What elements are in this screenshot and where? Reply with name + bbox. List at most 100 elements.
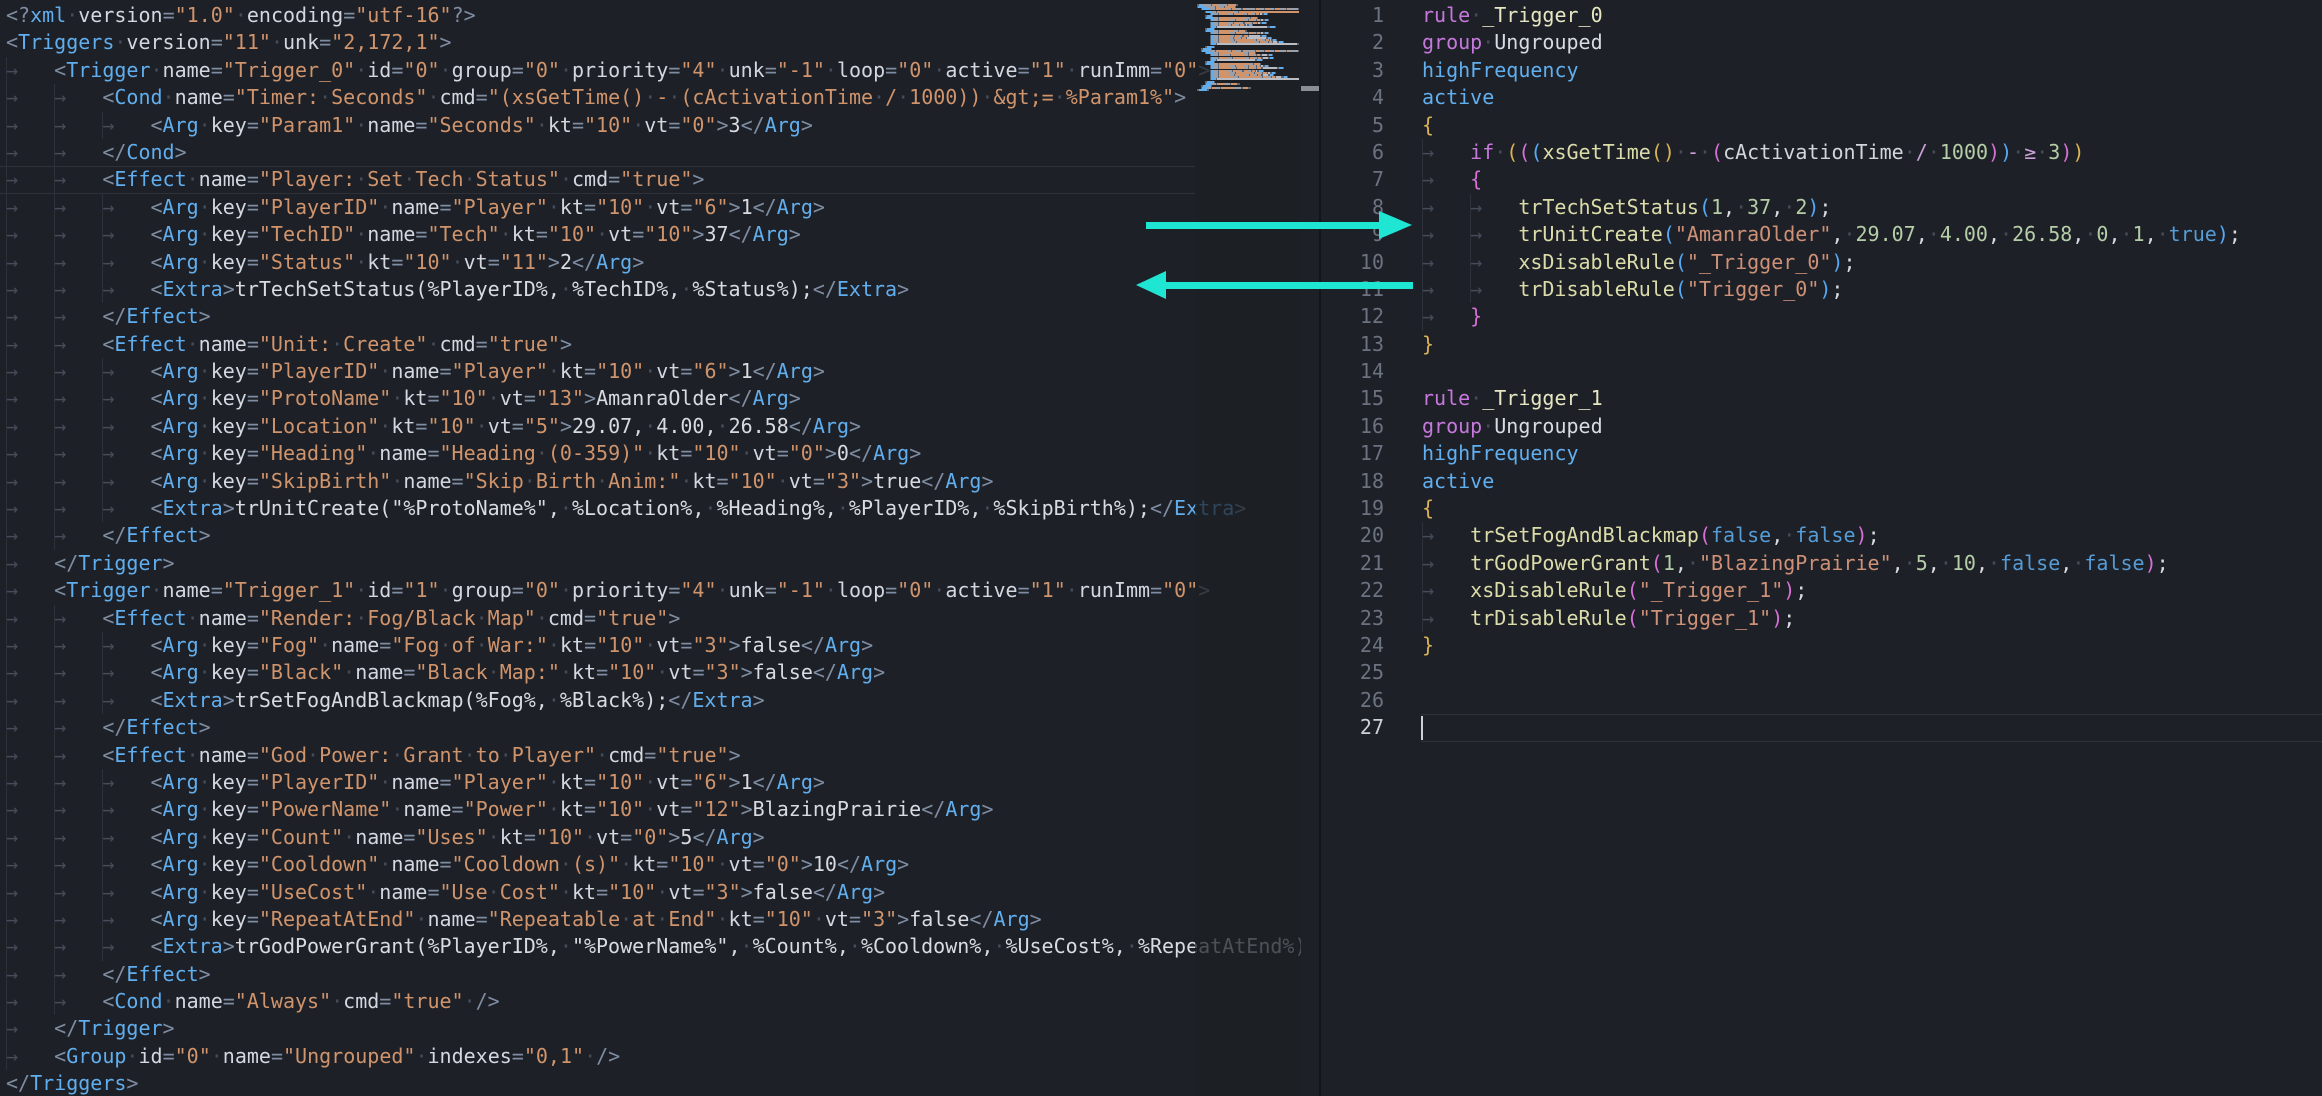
scrollbar-position-marker[interactable]: [1301, 86, 1321, 91]
code-line[interactable]: → → </Cond>: [6, 139, 1319, 166]
code-line[interactable]: 9→ → trUnitCreate("AmanraOlder",·29.07,·…: [1320, 221, 2322, 248]
code-line[interactable]: → → → <Arg·key="UseCost"·name="Use·Cost"…: [6, 879, 1319, 906]
code-line[interactable]: → → </Effect>: [6, 714, 1319, 741]
code-line[interactable]: → → <Effect·name="Render:·Fog/Black·Map"…: [6, 605, 1319, 632]
code-line[interactable]: 16group·Ungrouped: [1320, 413, 2322, 440]
code-line[interactable]: → → → <Extra>trUnitCreate("%ProtoName%",…: [6, 495, 1319, 522]
code-line[interactable]: → → → <Arg·key="Black"·name="Black·Map:"…: [6, 659, 1319, 686]
line-number[interactable]: 6: [1320, 139, 1384, 166]
code-line[interactable]: 2group·Ungrouped: [1320, 29, 2322, 56]
vertical-scrollbar-track[interactable]: [1301, 0, 1319, 1096]
code-line[interactable]: 1rule·_Trigger_0: [1320, 2, 2322, 29]
code-line[interactable]: 20→ trSetFogAndBlackmap(false,·false);: [1320, 522, 2322, 549]
line-number[interactable]: 27: [1320, 714, 1384, 741]
pane-divider[interactable]: [1319, 0, 1321, 1096]
code-line[interactable]: 4active: [1320, 84, 2322, 111]
line-number[interactable]: 3: [1320, 57, 1384, 84]
code-line[interactable]: → → → <Arg·key="PowerName"·name="Power"·…: [6, 796, 1319, 823]
line-number[interactable]: 26: [1320, 687, 1384, 714]
code-line[interactable]: → → → <Arg·key="SkipBirth"·name="Skip·Bi…: [6, 468, 1319, 495]
line-number[interactable]: 15: [1320, 385, 1384, 412]
line-number[interactable]: 19: [1320, 495, 1384, 522]
code-line[interactable]: 19{: [1320, 495, 2322, 522]
line-number[interactable]: 10: [1320, 249, 1384, 276]
code-line[interactable]: → → </Effect>: [6, 961, 1319, 988]
code-line[interactable]: → → <Effect·name="Unit:·Create"·cmd="tru…: [6, 331, 1319, 358]
line-number[interactable]: 11: [1320, 276, 1384, 303]
line-number[interactable]: 25: [1320, 659, 1384, 686]
code-line[interactable]: 26: [1320, 687, 2322, 714]
code-line[interactable]: 24}: [1320, 632, 2322, 659]
line-number[interactable]: 13: [1320, 331, 1384, 358]
code-line[interactable]: 10→ → xsDisableRule("_Trigger_0");: [1320, 249, 2322, 276]
code-line[interactable]: → → → <Extra>trSetFogAndBlackmap(%Fog%,·…: [6, 687, 1319, 714]
line-number[interactable]: 16: [1320, 413, 1384, 440]
code-line[interactable]: → <Group·id="0"·name="Ungrouped"·indexes…: [6, 1043, 1319, 1070]
line-number[interactable]: 20: [1320, 522, 1384, 549]
line-number[interactable]: 2: [1320, 29, 1384, 56]
line-number[interactable]: 21: [1320, 550, 1384, 577]
code-line[interactable]: 21→ trGodPowerGrant(1,·"BlazingPrairie",…: [1320, 550, 2322, 577]
code-line[interactable]: → → <Effect·name="Player:·Set·Tech·Statu…: [6, 166, 1319, 193]
code-line[interactable]: → → → <Arg·key="Heading"·name="Heading·(…: [6, 440, 1319, 467]
line-number[interactable]: 24: [1320, 632, 1384, 659]
code-line[interactable]: 22→ xsDisableRule("_Trigger_1");: [1320, 577, 2322, 604]
token: >: [668, 606, 680, 630]
code-line[interactable]: </Triggers>: [6, 1070, 1319, 1096]
code-line[interactable]: → → <Cond·name="Timer:·Seconds"·cmd="(xs…: [6, 84, 1319, 111]
code-line[interactable]: → → → <Arg·key="TechID"·name="Tech"·kt="…: [6, 221, 1319, 248]
line-number[interactable]: 14: [1320, 358, 1384, 385]
code-line[interactable]: → → <Effect·name="God·Power:·Grant·to·Pl…: [6, 742, 1319, 769]
code-line[interactable]: 5{: [1320, 112, 2322, 139]
code-line[interactable]: → <Trigger·name="Trigger_0"·id="0"·group…: [6, 57, 1319, 84]
line-number[interactable]: 4: [1320, 84, 1384, 111]
code-line[interactable]: → → → <Arg·key="Param1"·name="Seconds"·k…: [6, 112, 1319, 139]
line-number[interactable]: 22: [1320, 577, 1384, 604]
code-line[interactable]: 7→ {: [1320, 166, 2322, 193]
line-number[interactable]: 18: [1320, 468, 1384, 495]
code-line[interactable]: 25: [1320, 659, 2322, 686]
code-line[interactable]: → → → <Arg·key="PlayerID"·name="Player"·…: [6, 194, 1319, 221]
code-line[interactable]: → → → <Arg·key="PlayerID"·name="Player"·…: [6, 769, 1319, 796]
code-line[interactable]: 6→ if·(((xsGetTime()·-·(cActivationTime·…: [1320, 139, 2322, 166]
code-line[interactable]: 3highFrequency: [1320, 57, 2322, 84]
minimap[interactable]: [1197, 4, 1299, 92]
code-line[interactable]: → → → <Arg·key="RepeatAtEnd"·name="Repea…: [6, 906, 1319, 933]
line-number[interactable]: 5: [1320, 112, 1384, 139]
code-line[interactable]: → → → <Arg·key="Count"·name="Uses"·kt="1…: [6, 824, 1319, 851]
code-line[interactable]: → <Trigger·name="Trigger_1"·id="1"·group…: [6, 577, 1319, 604]
code-line[interactable]: 18active: [1320, 468, 2322, 495]
code-line[interactable]: → → → <Arg·key="PlayerID"·name="Player"·…: [6, 358, 1319, 385]
code-line[interactable]: 11→ → trDisableRule("Trigger_0");: [1320, 276, 2322, 303]
line-number[interactable]: 23: [1320, 605, 1384, 632]
code-line[interactable]: <?xml·version="1.0"·encoding="utf-16"?>: [6, 2, 1319, 29]
line-number[interactable]: 7: [1320, 166, 1384, 193]
code-line[interactable]: 17highFrequency: [1320, 440, 2322, 467]
line-number[interactable]: 9: [1320, 221, 1384, 248]
code-line[interactable]: → → → <Arg·key="Cooldown"·name="Cooldown…: [6, 851, 1319, 878]
code-line[interactable]: → </Trigger>: [6, 1015, 1319, 1042]
line-number[interactable]: 8: [1320, 194, 1384, 221]
code-line[interactable]: 27: [1320, 714, 2322, 741]
code-line[interactable]: → → → <Extra>trGodPowerGrant(%PlayerID%,…: [6, 933, 1319, 960]
code-line[interactable]: 13}: [1320, 331, 2322, 358]
code-line[interactable]: → </Trigger>: [6, 550, 1319, 577]
code-line[interactable]: 14: [1320, 358, 2322, 385]
code-line[interactable]: → → → <Arg·key="Location"·kt="10"·vt="5"…: [6, 413, 1319, 440]
code-line[interactable]: 23→ trDisableRule("Trigger_1");: [1320, 605, 2322, 632]
code-line[interactable]: → → </Effect>: [6, 522, 1319, 549]
code-line[interactable]: → → → <Extra>trTechSetStatus(%PlayerID%,…: [6, 276, 1319, 303]
code-line[interactable]: → → → <Arg·key="Fog"·name="Fog·of·War:"·…: [6, 632, 1319, 659]
code-line[interactable]: → → </Effect>: [6, 303, 1319, 330]
code-line[interactable]: 8→ → trTechSetStatus(1,·37,·2);: [1320, 194, 2322, 221]
line-number[interactable]: 12: [1320, 303, 1384, 330]
code-line[interactable]: → → → <Arg·key="ProtoName"·kt="10"·vt="1…: [6, 385, 1319, 412]
code-line[interactable]: 12→ }: [1320, 303, 2322, 330]
line-number[interactable]: 17: [1320, 440, 1384, 467]
code-line[interactable]: 15rule·_Trigger_1: [1320, 385, 2322, 412]
code-line[interactable]: <Triggers·version="11"·unk="2,172,1">: [6, 29, 1319, 56]
code-line[interactable]: → → → <Arg·key="Status"·kt="10"·vt="11">…: [6, 249, 1319, 276]
code-line[interactable]: → → <Cond·name="Always"·cmd="true"·/>: [6, 988, 1319, 1015]
right-editor-script-pane[interactable]: 1rule·_Trigger_02group·Ungrouped3highFre…: [1320, 2, 2322, 1096]
line-number[interactable]: 1: [1320, 2, 1384, 29]
